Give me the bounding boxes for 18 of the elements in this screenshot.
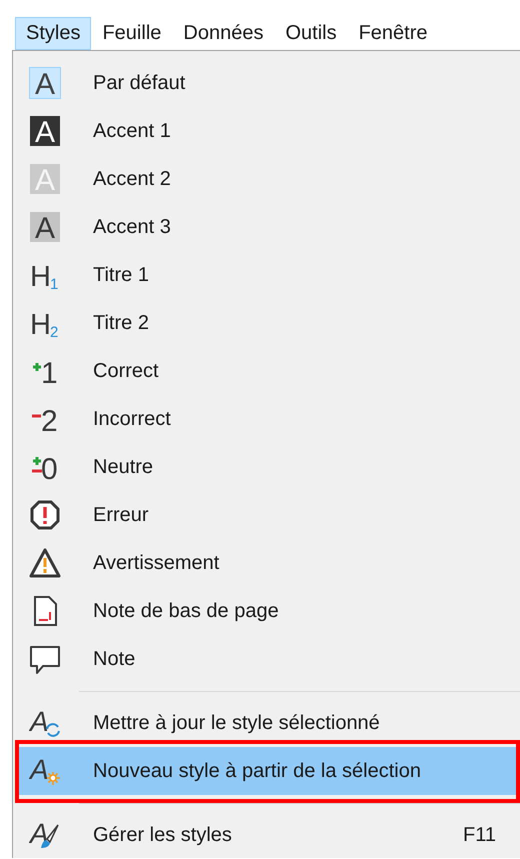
menu-title[interactable]: Feuille <box>91 17 172 50</box>
letter-icon: A <box>29 115 61 147</box>
menu-title[interactable]: Outils <box>274 17 348 50</box>
menu-item[interactable]: Avertissement <box>13 539 520 587</box>
menu-item[interactable]: A Par défaut <box>13 59 520 107</box>
menu-item[interactable]: 1 Correct <box>13 347 520 395</box>
letter-icon: A <box>29 211 61 243</box>
menu-item[interactable]: A Accent 1 <box>13 107 520 155</box>
menu-item[interactable]: 2 Incorrect <box>13 395 520 443</box>
menu-item[interactable]: A Accent 3 <box>13 203 520 251</box>
menu-title[interactable]: Données <box>172 17 274 50</box>
menu-title[interactable]: Fenêtre <box>348 17 439 50</box>
menu-item[interactable]: 0 Neutre <box>13 443 520 491</box>
menu-item[interactable]: Note de bas de page <box>13 587 520 635</box>
menu-item[interactable]: Erreur <box>13 491 520 539</box>
letter-icon: A <box>29 67 61 99</box>
menu-title[interactable]: Styles <box>15 17 92 50</box>
menu-item[interactable]: Note <box>13 635 520 683</box>
